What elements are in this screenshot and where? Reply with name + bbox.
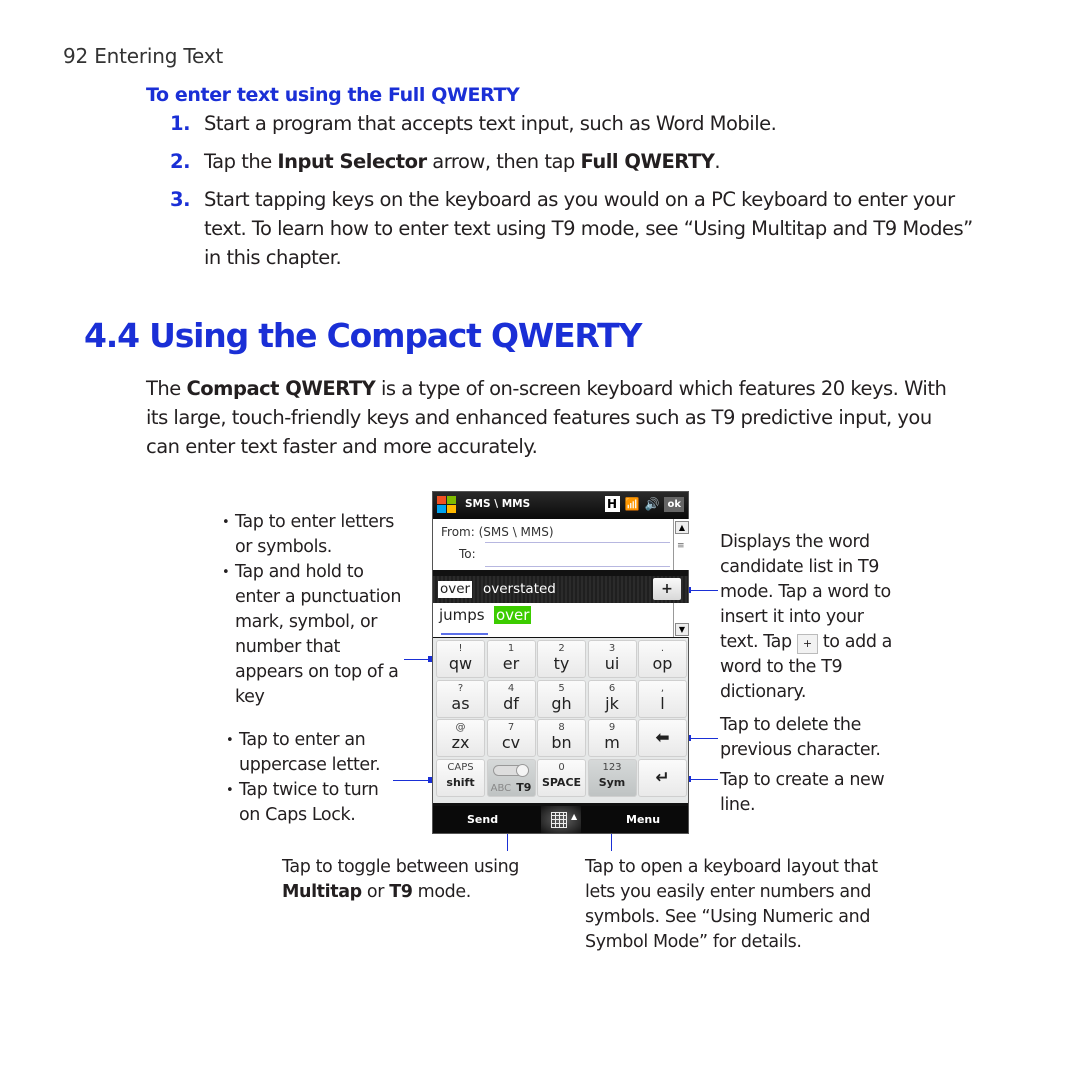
key-primary-label: SPACE — [541, 775, 582, 789]
callout-line — [404, 659, 430, 660]
key-primary-label: zx — [451, 733, 470, 752]
add-word-button[interactable]: + — [653, 578, 681, 600]
enter-key[interactable]: ↵ — [638, 758, 687, 797]
callout-line — [393, 780, 429, 781]
callout-sym-key: Tap to open a keyboard layout that lets … — [585, 857, 878, 952]
key-primary-label: qw — [448, 654, 473, 673]
message-body[interactable]: jumps over — [433, 603, 673, 637]
key-primary-label: op — [652, 654, 673, 673]
backspace-key[interactable]: ⬅ — [638, 719, 687, 757]
key-as[interactable]: ? as — [436, 679, 485, 718]
input-selector-button[interactable]: ▲ — [541, 806, 581, 833]
ok-button[interactable]: ok — [664, 496, 684, 512]
title-bar: SMS \ MMS H 📶 🔊 ok — [433, 492, 688, 519]
section-title: 4.4 Using the Compact QWERTY — [84, 316, 642, 355]
key-m[interactable]: 9m — [587, 719, 637, 757]
step-text: Tap the Input Selector arrow, then tap F… — [204, 150, 721, 173]
key-primary-label: er — [502, 654, 520, 673]
key-df[interactable]: 4 df — [486, 679, 536, 718]
message-header-form: From: (SMS \ MMS) To: — [433, 519, 673, 570]
key-op[interactable]: . op — [638, 640, 687, 678]
key-primary-label: Sym — [598, 775, 626, 789]
candidate-selected[interactable]: over — [438, 581, 473, 598]
key-l[interactable]: ,l — [638, 679, 687, 718]
soft-key-bar: Send ▲ Menu — [433, 806, 688, 833]
toggle-switch-icon — [493, 763, 529, 777]
key-secondary-label: CAPS — [447, 761, 474, 773]
key-secondary-label: 0 — [558, 761, 565, 773]
key-secondary-label: 123 — [602, 761, 622, 773]
key-primary-label: m — [604, 733, 620, 752]
key-secondary-label: , — [660, 682, 665, 694]
callout-enter: Tap to create a new line. — [720, 770, 885, 815]
candidate-list: over overstated + — [433, 576, 688, 603]
scroll-down-icon[interactable]: ▼ — [675, 623, 689, 636]
section-intro: The Compact QWERTY is a type of on-scree… — [146, 377, 947, 458]
from-row[interactable]: From: (SMS \ MMS) — [441, 525, 554, 539]
compact-qwerty-keyboard: ! qw 1 er 2 ty 3 ui. op? as 4 df 5 gh 6 jk, l @ zx 7 cv 8 bn 9 m… — [433, 638, 688, 803]
key-primary-label: l — [660, 693, 665, 713]
multitap-t9-toggle-key[interactable]: ABC T9 — [486, 758, 536, 797]
key-primary-label: gh — [551, 693, 572, 713]
step-text: Start tapping keys on the keyboard as yo… — [204, 188, 973, 269]
key-qw[interactable]: ! qw — [436, 640, 485, 678]
caret-up-icon: ▲ — [571, 812, 578, 821]
scrollbar[interactable]: ▲ ≡ — [673, 519, 689, 570]
callout-letter-keys: Tap to enter letters or symbols. Tap and… — [222, 510, 407, 710]
key-secondary-label: 4 — [507, 682, 515, 694]
key-primary-label: bn — [551, 733, 572, 752]
send-softkey[interactable]: Send — [467, 813, 498, 826]
key-space[interactable]: 0 SPACE — [537, 758, 586, 797]
backspace-arrow-icon: ⬅ — [655, 728, 670, 748]
keyboard-grid-icon — [551, 812, 567, 828]
callout-candidate-list: Displays the word candidate list in T9 m… — [720, 532, 893, 702]
key-cv[interactable]: 7 cv — [486, 719, 536, 757]
key-primary-label: jk — [605, 693, 619, 713]
key-ty[interactable]: 2 ty — [537, 640, 586, 678]
step-number: 1. — [170, 112, 190, 135]
key-primary-label: df — [503, 693, 519, 713]
key-er[interactable]: 1 er — [486, 640, 536, 678]
key-primary-label: cv — [501, 733, 521, 752]
callout-shift-key: Tap to enter an uppercase letter. Tap tw… — [226, 728, 401, 828]
to-input[interactable] — [485, 566, 670, 567]
volume-icon[interactable]: 🔊 — [645, 497, 660, 511]
phone-screenshot: SMS \ MMS H 📶 🔊 ok From: (SMS \ MMS) To:… — [432, 491, 689, 834]
composing-word: over — [494, 606, 532, 624]
menu-softkey[interactable]: Menu — [626, 813, 660, 826]
key-primary-label: shift — [446, 775, 475, 789]
key-sym[interactable]: 123 Sym — [587, 758, 637, 797]
step-text: Start a program that accepts text input,… — [204, 112, 777, 135]
plus-icon: + — [796, 634, 818, 654]
step-number: 2. — [170, 150, 190, 173]
key-shift[interactable]: CAPS shift — [436, 758, 485, 797]
app-title: SMS \ MMS — [465, 498, 531, 510]
signal-icon: 📶 — [624, 497, 640, 511]
enter-return-icon: ↵ — [655, 767, 670, 788]
scroll-up-icon[interactable]: ▲ — [675, 521, 689, 534]
key-primary-label: ty — [553, 654, 570, 673]
running-head: 92 Entering Text — [63, 44, 224, 68]
key-ui[interactable]: 3 ui — [587, 640, 637, 678]
scroll-thumb[interactable]: ≡ — [677, 541, 685, 551]
key-primary-label: ui — [604, 654, 620, 673]
to-label: To: — [459, 547, 476, 561]
callout-backspace: Tap to delete the previous character. — [720, 715, 881, 760]
key-gh[interactable]: 5 gh — [537, 679, 586, 718]
callout-t9-toggle: Tap to toggle between using Multitap or … — [282, 857, 520, 902]
key-primary-label: as — [451, 693, 470, 713]
candidate-word[interactable]: overstated — [483, 581, 556, 598]
key-zx[interactable]: @ zx — [436, 719, 485, 757]
key-jk[interactable]: 6 jk — [587, 679, 637, 718]
key-bn[interactable]: 8 bn — [537, 719, 586, 757]
procedure-title: To enter text using the Full QWERTY — [146, 84, 520, 106]
step-number: 3. — [170, 188, 190, 211]
key-secondary-label: ? — [457, 682, 464, 694]
key-secondary-label: 5 — [558, 682, 565, 694]
hsdpa-icon: H — [604, 496, 620, 512]
scrollbar[interactable]: ▼ — [673, 603, 689, 637]
key-secondary-label: 6 — [608, 682, 616, 694]
windows-start-icon[interactable] — [437, 496, 457, 514]
